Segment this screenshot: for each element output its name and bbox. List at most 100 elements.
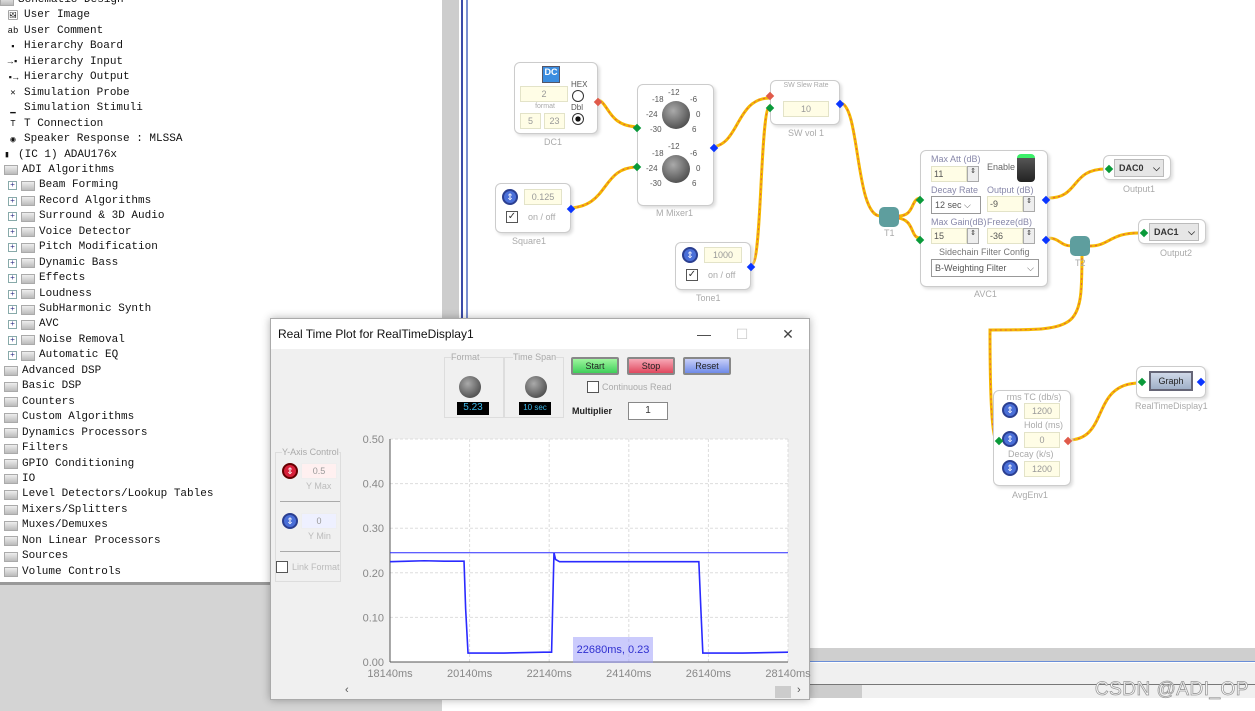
avgenv-block[interactable]: rms TC (db/s) ⇕ 1200 Hold (ms) ⇕ 0 Decay…: [993, 390, 1073, 486]
expand-icon[interactable]: +: [8, 305, 17, 314]
format-a-field[interactable]: 5: [520, 113, 541, 129]
expand-icon[interactable]: +: [8, 243, 17, 253]
tree-item[interactable]: Non Linear Processors: [4, 534, 161, 549]
close-button[interactable]: ✕: [773, 319, 803, 349]
avgenv-output-pin[interactable]: [1063, 436, 1073, 446]
tree-item[interactable]: ▮ (IC 1) ADAU176x: [0, 148, 117, 163]
tree-item[interactable]: + SubHarmonic Synth: [8, 302, 151, 317]
tree-item[interactable]: Custom Algorithms: [4, 410, 134, 425]
tree-item[interactable]: →▪ Hierarchy Input: [6, 55, 123, 70]
tree-item[interactable]: + Automatic EQ: [8, 348, 118, 363]
rtd-output-pin[interactable]: [1196, 377, 1206, 387]
output1-input-pin[interactable]: [1104, 164, 1114, 174]
hold-field[interactable]: 0: [1024, 432, 1060, 448]
spinner-icon[interactable]: ⇕: [967, 166, 979, 182]
plot-horizontal-scrollbar[interactable]: ‹ ›: [341, 684, 809, 699]
t1-connector[interactable]: [879, 207, 899, 227]
tree-item[interactable]: ◉ Speaker Response : MLSSA: [6, 132, 182, 147]
tree-item[interactable]: ▪ Hierarchy Board: [6, 39, 123, 54]
real-time-plot-window[interactable]: Real Time Plot for RealTimeDisplay1 — ☐ …: [270, 318, 811, 700]
tree-item[interactable]: + Effects: [8, 271, 85, 286]
dc1-block[interactable]: DC 2 format 5 23 HEX Dbl: [514, 62, 603, 134]
tree-item[interactable]: Filters: [4, 441, 68, 456]
spinner-icon[interactable]: ⇕: [1023, 196, 1035, 212]
rms-field[interactable]: 1200: [1024, 403, 1060, 419]
stepper-icon[interactable]: ⇕: [1002, 431, 1018, 447]
spinner-icon[interactable]: ⇕: [1023, 228, 1035, 244]
tree-item[interactable]: + Loudness: [8, 287, 92, 302]
scroll-thumb[interactable]: [775, 686, 791, 698]
ymax-stepper-icon[interactable]: ⇕: [282, 463, 298, 479]
tree-item[interactable]: T T Connection: [6, 117, 103, 132]
tree-item[interactable]: + Voice Detector: [8, 225, 131, 240]
stop-button[interactable]: Stop: [627, 357, 675, 375]
stepper-icon[interactable]: ⇕: [1002, 460, 1018, 476]
sw-slew-field[interactable]: 10: [783, 101, 829, 117]
output2-select[interactable]: DAC1 ⌵: [1149, 223, 1199, 241]
tree-item[interactable]: Muxes/Demuxes: [4, 518, 108, 533]
output1-block[interactable]: DAC0 ⌵: [1103, 155, 1171, 180]
ymin-input[interactable]: 0: [301, 513, 337, 529]
max-att-field[interactable]: 11: [931, 166, 967, 182]
graph-button[interactable]: Graph: [1149, 371, 1193, 391]
reset-button[interactable]: Reset: [683, 357, 731, 375]
tree-item[interactable]: ▁ Simulation Stimuli: [6, 101, 143, 116]
stepper-icon[interactable]: ⇕: [1002, 402, 1018, 418]
realtimedisplay-block[interactable]: Graph: [1136, 366, 1206, 398]
tree-item[interactable]: Schematic Design: [0, 0, 124, 8]
expand-icon[interactable]: +: [8, 351, 17, 361]
stepper-icon[interactable]: ⇕: [682, 247, 698, 263]
tree-item[interactable]: Advanced DSP: [4, 364, 101, 379]
enable-switch[interactable]: [1017, 154, 1035, 182]
t2-connector[interactable]: [1070, 236, 1090, 256]
tree-item[interactable]: + Surround & 3D Audio: [8, 209, 164, 224]
expand-icon[interactable]: +: [8, 274, 17, 284]
expand-icon[interactable]: +: [8, 212, 17, 222]
link-format-checkbox[interactable]: [276, 561, 288, 573]
tone1-block[interactable]: ⇕ 1000 ✓ on / off: [675, 242, 756, 290]
expand-icon[interactable]: +: [8, 258, 17, 268]
tree-item[interactable]: Mixers/Splitters: [4, 503, 128, 518]
stepper-icon[interactable]: ⇕: [502, 189, 518, 205]
square1-value[interactable]: 0.125: [524, 189, 562, 205]
expand-icon[interactable]: +: [8, 181, 17, 191]
output1-select[interactable]: DAC0 ⌵: [1114, 159, 1164, 177]
dbl-radio[interactable]: [572, 113, 584, 125]
minimize-button[interactable]: —: [689, 319, 719, 349]
expand-icon[interactable]: +: [8, 335, 17, 345]
tree-item[interactable]: Counters: [4, 395, 75, 410]
tree-item[interactable]: GPIO Conditioning: [4, 457, 134, 472]
tree-item[interactable]: + Beam Forming: [8, 178, 118, 193]
square1-block[interactable]: ⇕ 0.125 ✓ on / off: [495, 183, 576, 233]
tree-item[interactable]: Volume Controls: [4, 565, 121, 580]
square1-checkbox[interactable]: ✓: [506, 211, 518, 223]
expand-icon[interactable]: +: [8, 196, 17, 206]
decay-rate-select[interactable]: 12 sec ⌵: [931, 196, 981, 214]
tree-item[interactable]: + Dynamic Bass: [8, 256, 118, 271]
hex-radio[interactable]: [572, 90, 584, 102]
spinner-icon[interactable]: ⇕: [967, 228, 979, 244]
output-field[interactable]: -9: [987, 196, 1023, 212]
max-gain-field[interactable]: 15: [931, 228, 967, 244]
format-b-field[interactable]: 23: [544, 113, 565, 129]
freeze-field[interactable]: -36: [987, 228, 1023, 244]
tree-item[interactable]: ADI Algorithms: [4, 163, 114, 178]
expand-icon[interactable]: +: [8, 227, 17, 237]
mixer-knob-2[interactable]: [662, 155, 690, 183]
tree-item[interactable]: Sources: [4, 549, 68, 564]
tree-item[interactable]: + Record Algorithms: [8, 194, 151, 209]
ymin-stepper-icon[interactable]: ⇕: [282, 513, 298, 529]
tree-item[interactable]: ab User Comment: [6, 24, 104, 39]
multiplier-input[interactable]: 1: [628, 402, 668, 420]
expand-icon[interactable]: +: [8, 320, 17, 330]
continuous-read-checkbox[interactable]: [587, 381, 599, 393]
output2-input-pin[interactable]: [1139, 228, 1149, 238]
timespan-knob[interactable]: [525, 376, 547, 398]
scroll-thumb[interactable]: [810, 685, 862, 698]
tree-item[interactable]: + Pitch Modification: [8, 240, 158, 255]
tree-item[interactable]: Level Detectors/Lookup Tables: [4, 487, 213, 502]
tree-item[interactable]: 🖼 User Image: [6, 8, 90, 23]
tone1-checkbox[interactable]: ✓: [686, 269, 698, 281]
tree-item[interactable]: + Noise Removal: [8, 333, 125, 348]
format-knob[interactable]: [459, 376, 481, 398]
